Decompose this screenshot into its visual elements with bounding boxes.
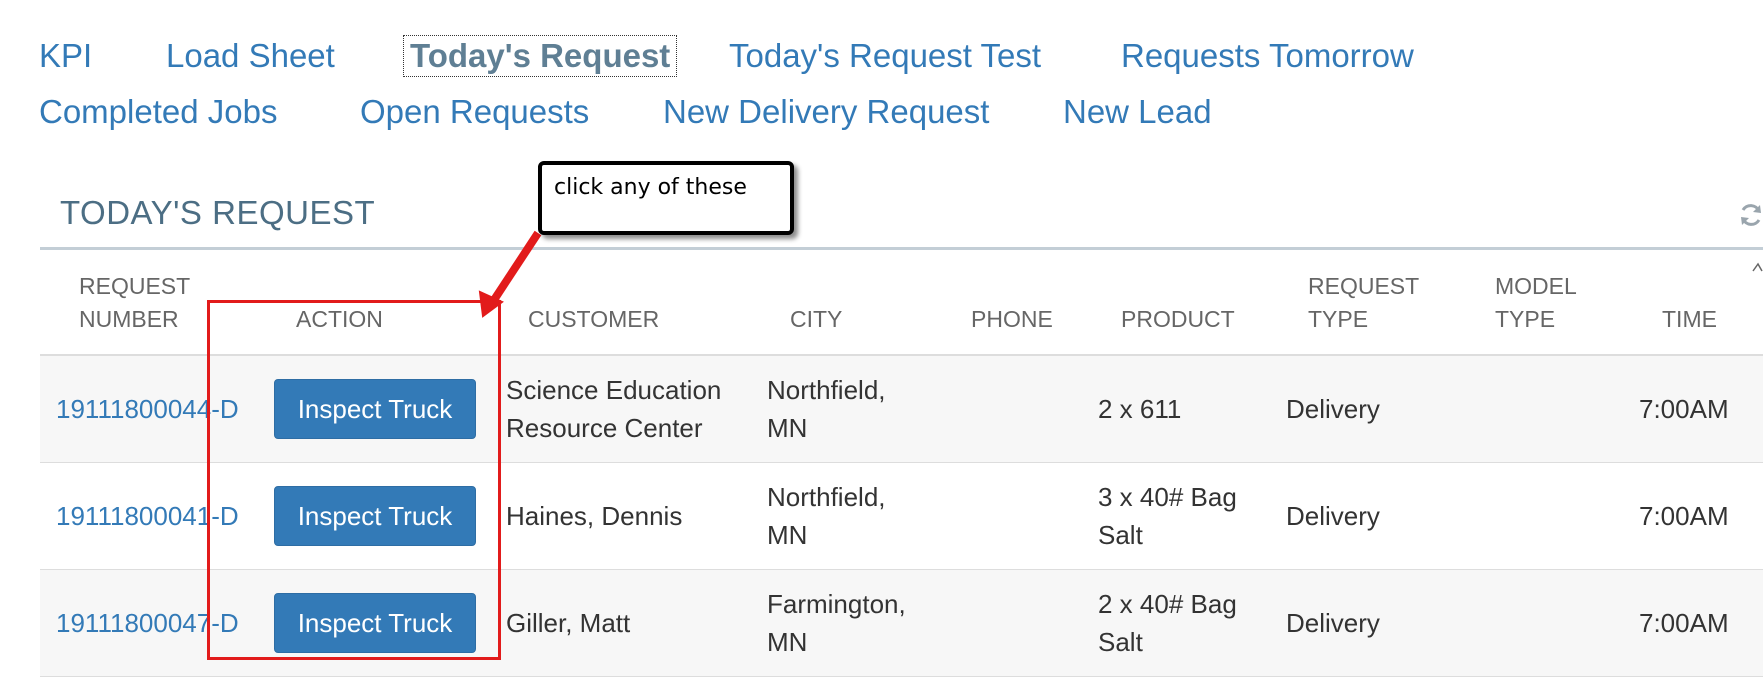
section-divider xyxy=(40,247,1763,250)
header-city[interactable]: CITY xyxy=(790,303,842,336)
nav-requests-tomorrow[interactable]: Requests Tomorrow xyxy=(1121,36,1414,76)
product-cell: 2 x 611 xyxy=(1098,394,1182,424)
inspect-truck-button[interactable]: Inspect Truck xyxy=(274,486,476,546)
table-row: 19111800044-D Inspect Truck Science Educ… xyxy=(40,356,1763,463)
customer-cell: Giller, Matt xyxy=(506,608,631,638)
inspect-truck-button[interactable]: Inspect Truck xyxy=(274,593,476,653)
product-cell: 3 x 40# Bag Salt xyxy=(1098,482,1237,550)
time-cell: 7:00AM xyxy=(1639,608,1729,638)
nav-todays-request-test[interactable]: Today's Request Test xyxy=(729,36,1041,76)
request-type-cell: Delivery xyxy=(1286,608,1380,638)
time-cell: 7:00AM xyxy=(1639,501,1729,531)
time-cell: 7:00AM xyxy=(1639,394,1729,424)
header-phone[interactable]: PHONE xyxy=(971,303,1053,336)
product-cell: 2 x 40# Bag Salt xyxy=(1098,589,1237,657)
header-product[interactable]: PRODUCT xyxy=(1121,303,1235,336)
header-action[interactable]: ACTION xyxy=(296,303,383,336)
section-title: TODAY'S REQUEST xyxy=(60,194,376,231)
scroll-up-icon[interactable] xyxy=(1752,262,1763,272)
nav-completed-jobs[interactable]: Completed Jobs xyxy=(39,92,277,132)
header-model-type[interactable]: MODEL TYPE xyxy=(1495,270,1577,336)
nav-new-lead[interactable]: New Lead xyxy=(1063,92,1212,132)
nav-new-delivery-request[interactable]: New Delivery Request xyxy=(663,92,989,132)
table-row: 19111800041-D Inspect Truck Haines, Denn… xyxy=(40,463,1763,570)
header-request-type[interactable]: REQUEST TYPE xyxy=(1308,270,1419,336)
refresh-icon[interactable] xyxy=(1738,202,1763,228)
nav-kpi[interactable]: KPI xyxy=(39,36,92,76)
inspect-truck-button[interactable]: Inspect Truck xyxy=(274,379,476,439)
request-type-cell: Delivery xyxy=(1286,394,1380,424)
header-time[interactable]: TIME xyxy=(1662,303,1717,336)
table-row: 19111800047-D Inspect Truck Giller, Matt… xyxy=(40,570,1763,677)
city-cell: Northfield, MN xyxy=(767,482,886,550)
city-cell: Northfield, MN xyxy=(767,375,886,443)
request-number-link[interactable]: 19111800041-D xyxy=(56,497,239,535)
header-customer[interactable]: CUSTOMER xyxy=(528,303,659,336)
city-cell: Farmington, MN xyxy=(767,589,906,657)
nav-load-sheet[interactable]: Load Sheet xyxy=(166,36,335,76)
header-request-number[interactable]: REQUEST NUMBER xyxy=(79,270,190,336)
callout-text: click any of these xyxy=(554,175,747,200)
customer-cell: Science Education Resource Center xyxy=(506,375,722,443)
request-type-cell: Delivery xyxy=(1286,501,1380,531)
nav-todays-request[interactable]: Today's Request xyxy=(402,35,678,77)
customer-cell: Haines, Dennis xyxy=(506,501,683,531)
annotation-callout: click any of these xyxy=(538,161,794,235)
request-number-link[interactable]: 19111800047-D xyxy=(56,604,239,642)
nav-open-requests[interactable]: Open Requests xyxy=(360,92,589,132)
request-number-link[interactable]: 19111800044-D xyxy=(56,390,239,428)
